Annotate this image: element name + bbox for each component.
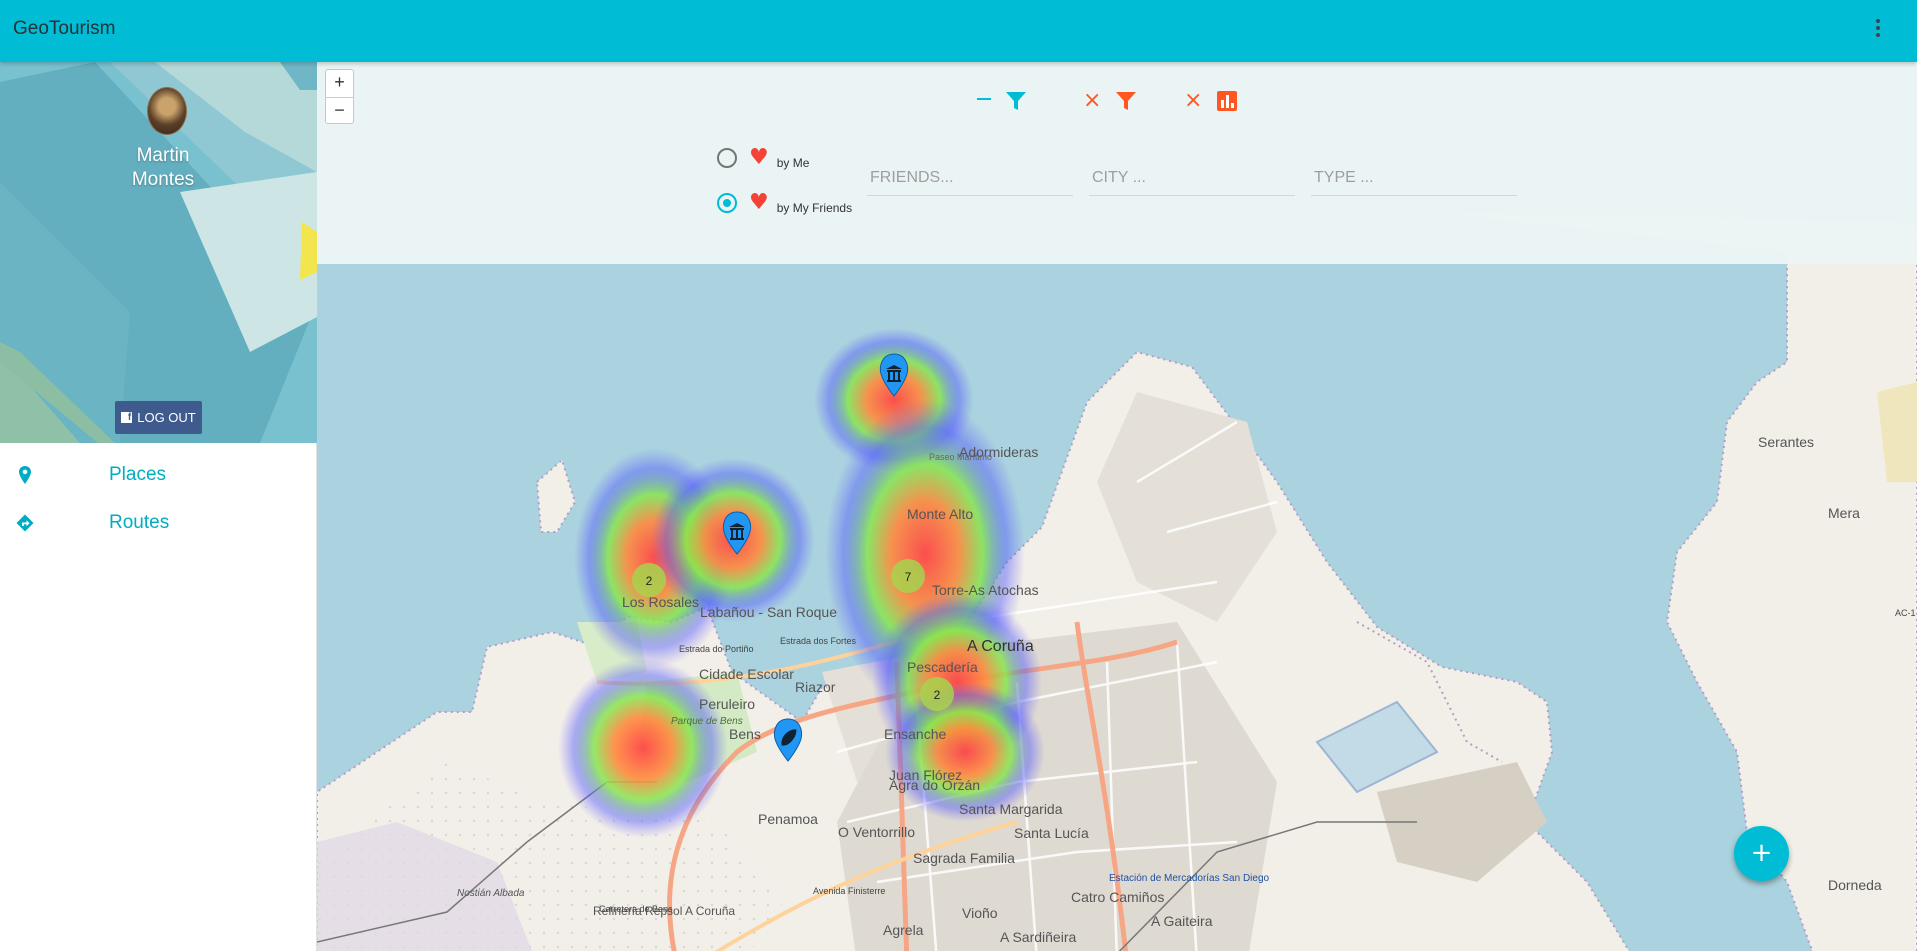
- map-area[interactable]: Adormideras Monte Alto Torre-As Atochas …: [317, 62, 1917, 951]
- logout-button[interactable]: f LOG OUT: [115, 401, 202, 434]
- app-title: GeoTourism: [13, 18, 116, 39]
- profile-name: Martin Montes: [131, 145, 195, 190]
- svg-text:2: 2: [646, 574, 653, 588]
- zoom-control: + −: [325, 69, 354, 124]
- city-input[interactable]: [1089, 160, 1295, 196]
- sidebar: Martin Montes f LOG OUT Places Routes: [0, 62, 317, 951]
- facebook-icon: f: [121, 412, 133, 423]
- svg-text:Torre-As Atochas: Torre-As Atochas: [932, 582, 1039, 598]
- svg-text:Avenida Finisterre: Avenida Finisterre: [813, 886, 885, 896]
- svg-text:A Sardiñeira: A Sardiñeira: [1000, 929, 1076, 945]
- svg-text:Labañou - San Roque: Labañou - San Roque: [700, 604, 837, 620]
- heart-icon: ♥: [749, 190, 769, 215]
- avatar: [147, 87, 187, 135]
- svg-text:Estación de Mercadorías San Di: Estación de Mercadorías San Diego: [1109, 873, 1270, 884]
- heart-icon: ♥: [749, 145, 769, 170]
- svg-text:Dorneda: Dorneda: [1828, 877, 1882, 893]
- filter-panel: × × ♥ by Me ♥ by My Friends: [317, 62, 1917, 264]
- svg-text:AC-1: AC-1: [1895, 608, 1916, 618]
- cluster-badge[interactable]: 2: [920, 677, 954, 711]
- friends-field[interactable]: [867, 160, 1073, 196]
- svg-text:Monte Alto: Monte Alto: [907, 506, 973, 522]
- favorites-by-friends-option[interactable]: ♥ by My Friends: [717, 191, 852, 215]
- chart-icon: [1217, 91, 1238, 111]
- filter-icon: [1116, 92, 1137, 110]
- svg-text:Sagrada Familia: Sagrada Familia: [913, 850, 1015, 866]
- app-toolbar: GeoTourism: [0, 0, 1917, 62]
- svg-text:Cidade Escolar: Cidade Escolar: [699, 666, 794, 682]
- svg-text:Agrela: Agrela: [883, 922, 924, 938]
- logout-label: LOG OUT: [137, 410, 196, 425]
- clear-filters-button[interactable]: ×: [1083, 87, 1137, 115]
- svg-text:Peruleiro: Peruleiro: [699, 696, 755, 712]
- filter-icon: [1006, 92, 1026, 110]
- svg-text:Estrada do Portiño: Estrada do Portiño: [679, 644, 754, 654]
- filter-toggle-button[interactable]: [977, 87, 1027, 115]
- svg-text:Serantes: Serantes: [1758, 434, 1814, 450]
- svg-text:Carretera de Bens: Carretera de Bens: [599, 904, 673, 914]
- sidebar-item-routes[interactable]: Routes: [0, 500, 317, 546]
- svg-text:Catro Camiños: Catro Camiños: [1071, 889, 1164, 905]
- cluster-badge[interactable]: 2: [632, 563, 666, 597]
- type-field[interactable]: [1311, 160, 1517, 196]
- svg-text:Juan Flórez: Juan Flórez: [889, 767, 962, 783]
- cluster-badge[interactable]: 7: [891, 559, 925, 593]
- type-input[interactable]: [1311, 160, 1517, 196]
- svg-text:Pescadería: Pescadería: [907, 659, 978, 675]
- option-label: by My Friends: [776, 201, 853, 215]
- favorites-by-me-option[interactable]: ♥ by Me: [717, 146, 809, 170]
- profile-card: Martin Montes f LOG OUT: [0, 62, 317, 443]
- svg-text:Bens: Bens: [729, 726, 761, 742]
- zoom-out-button[interactable]: −: [326, 97, 353, 123]
- svg-text:7: 7: [905, 570, 912, 584]
- svg-text:Mera: Mera: [1828, 505, 1860, 521]
- friends-input[interactable]: [867, 160, 1073, 196]
- add-place-button[interactable]: +: [1734, 826, 1789, 881]
- svg-text:Santa Lucía: Santa Lucía: [1014, 825, 1089, 841]
- svg-text:Los Rosales: Los Rosales: [622, 594, 699, 610]
- svg-text:2: 2: [934, 688, 941, 702]
- svg-text:O Ventorrillo: O Ventorrillo: [838, 824, 915, 840]
- option-label: by Me: [776, 156, 810, 170]
- radio-button-selected[interactable]: [717, 193, 737, 213]
- sidebar-item-places[interactable]: Places: [0, 452, 317, 498]
- svg-text:Nostián Albada: Nostián Albada: [457, 888, 525, 899]
- svg-text:Penamoa: Penamoa: [758, 811, 818, 827]
- svg-text:Paseo Marítimo: Paseo Marítimo: [929, 452, 992, 462]
- svg-text:Vioño: Vioño: [962, 905, 998, 921]
- svg-text:Parque de Bens: Parque de Bens: [671, 716, 743, 727]
- svg-text:A Coruña: A Coruña: [967, 638, 1034, 655]
- more-options-icon[interactable]: [1873, 16, 1883, 44]
- zoom-in-button[interactable]: +: [326, 70, 353, 97]
- directions-icon: [16, 514, 34, 532]
- place-pin-icon: [19, 466, 31, 484]
- svg-text:Santa Margarida: Santa Margarida: [959, 801, 1063, 817]
- sidebar-item-label: Places: [109, 464, 167, 485]
- clear-filter-icon: ×: [1083, 88, 1102, 113]
- svg-text:Ensanche: Ensanche: [884, 726, 946, 742]
- svg-text:A Gaiteira: A Gaiteira: [1151, 913, 1213, 929]
- clear-chart-button[interactable]: ×: [1184, 87, 1238, 115]
- sidebar-item-label: Routes: [109, 512, 170, 533]
- filter-collapse-icon: [977, 98, 991, 100]
- clear-chart-icon: ×: [1184, 88, 1203, 113]
- svg-text:Estrada dos Fortes: Estrada dos Fortes: [780, 636, 857, 646]
- svg-text:Riazor: Riazor: [795, 679, 836, 695]
- city-field[interactable]: [1089, 160, 1295, 196]
- radio-button[interactable]: [717, 148, 737, 168]
